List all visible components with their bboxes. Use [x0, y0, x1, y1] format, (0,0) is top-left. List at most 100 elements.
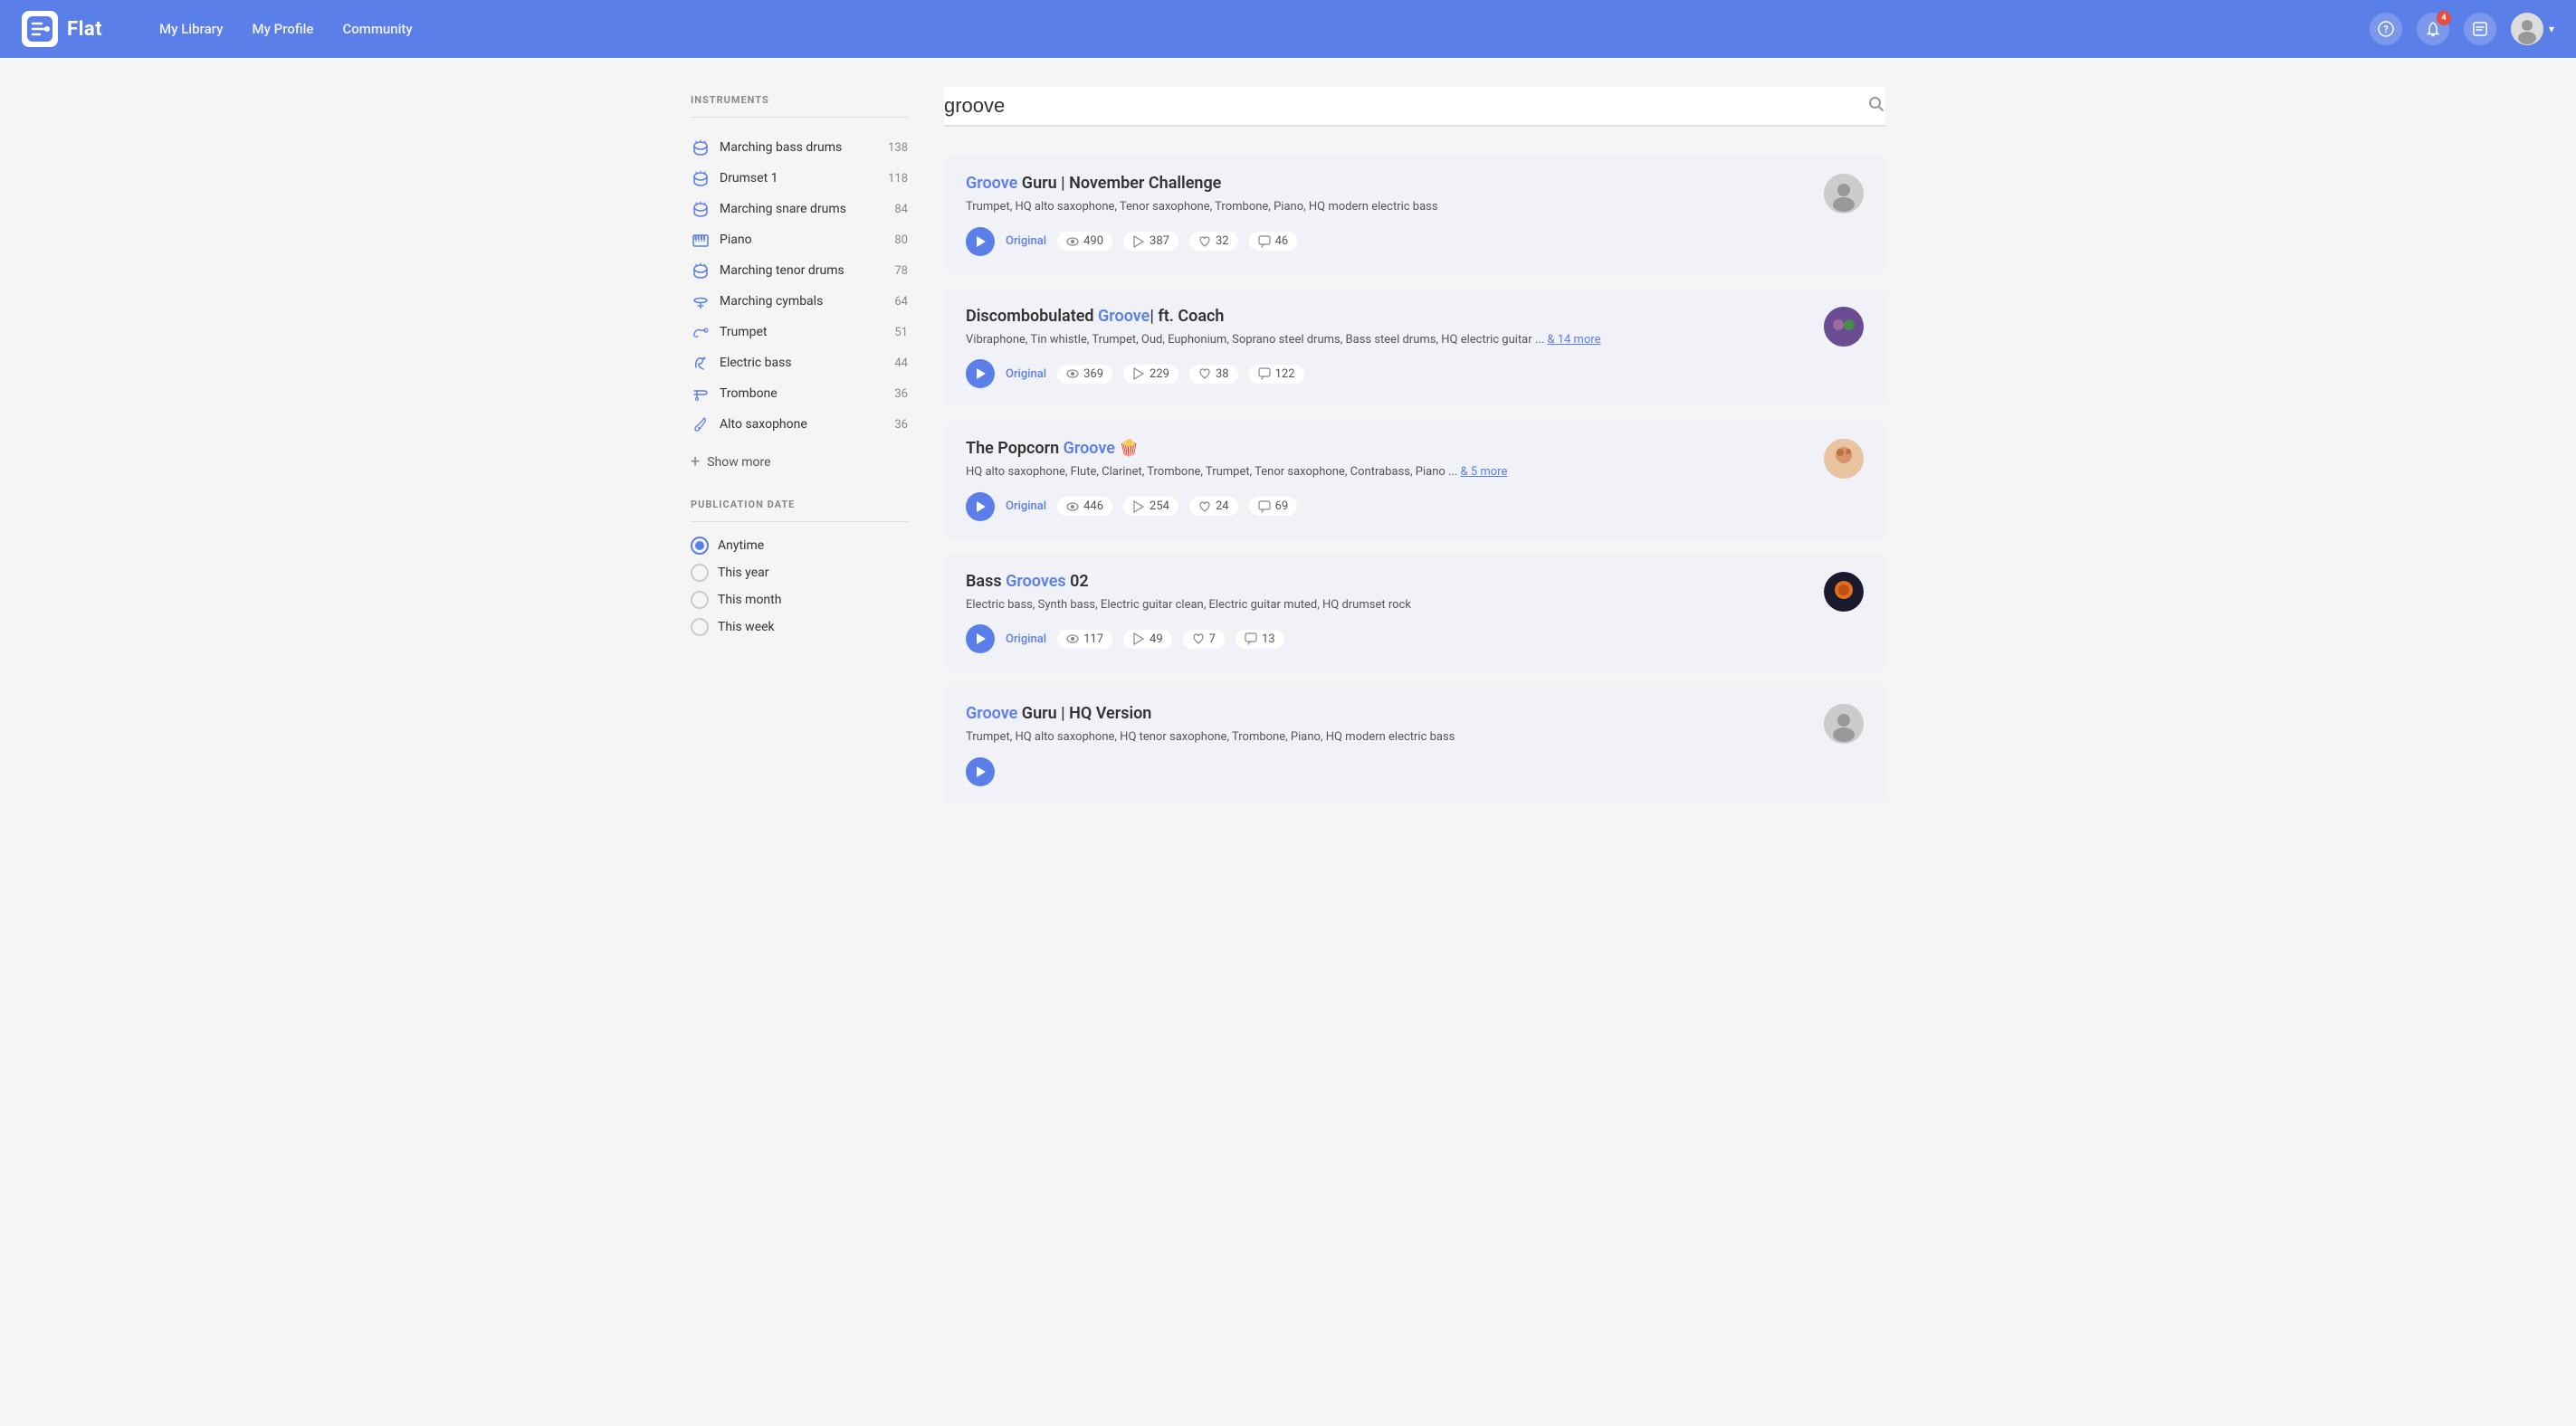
user-chevron-icon: ▾ — [2549, 23, 2554, 35]
instrument-name: Marching bass drums — [720, 140, 879, 155]
trumpet-icon — [691, 322, 711, 342]
radio-this-year-label: This year — [718, 566, 769, 580]
nav-community[interactable]: Community — [342, 21, 412, 37]
radio-anytime[interactable]: Anytime — [691, 537, 908, 555]
result-title-highlight: Groove — [1064, 439, 1115, 458]
instrument-item[interactable]: Marching bass drums 138 — [691, 132, 908, 163]
result-avatar — [1824, 174, 1864, 214]
result-title-highlight: Groove — [966, 174, 1017, 193]
play-button[interactable] — [966, 359, 995, 388]
instrument-count: 80 — [894, 233, 908, 247]
drum-icon — [691, 199, 711, 219]
more-link[interactable]: & 5 more — [1461, 465, 1508, 479]
logo-area: Flat — [22, 11, 130, 47]
likes-count: 7 — [1209, 632, 1216, 646]
bass-icon — [691, 353, 711, 373]
instrument-item[interactable]: Electric bass 44 — [691, 347, 908, 378]
instrument-item[interactable]: Marching snare drums 84 — [691, 194, 908, 224]
result-content: Groove Guru | November Challenge Trumpet… — [966, 174, 1809, 256]
plays-count: 229 — [1150, 367, 1169, 381]
radio-this-year[interactable]: This year — [691, 564, 908, 582]
result-title-highlight: Groove — [1098, 307, 1150, 326]
result-title-text: Bass — [966, 572, 1006, 591]
result-content: Groove Guru | HQ Version Trumpet, HQ alt… — [966, 704, 1809, 786]
result-title-text2: | ft. Coach — [1150, 307, 1224, 326]
radio-this-week-label: This week — [718, 620, 775, 634]
likes-stat: 7 — [1183, 630, 1225, 649]
instrument-count: 51 — [894, 326, 908, 339]
comments-stat: 46 — [1249, 232, 1298, 251]
date-divider — [691, 521, 908, 522]
result-title-highlight: Groove — [966, 704, 1017, 723]
user-avatar — [2511, 13, 2543, 45]
tasks-button[interactable] — [2464, 13, 2496, 45]
instrument-count: 64 — [894, 295, 908, 309]
radio-this-month[interactable]: This month — [691, 591, 908, 609]
instrument-item[interactable]: Marching cymbals 64 — [691, 286, 908, 317]
instrument-name: Marching cymbals — [720, 294, 885, 309]
sidebar: INSTRUMENTS Marching bass drums 138 — [691, 87, 908, 819]
radio-this-week[interactable]: This week — [691, 618, 908, 636]
instrument-item[interactable]: Marching tenor drums 78 — [691, 255, 908, 286]
plays-count: 254 — [1150, 499, 1169, 513]
search-icon[interactable] — [1867, 95, 1885, 118]
likes-stat: 24 — [1189, 497, 1238, 516]
original-badge[interactable]: Original — [1006, 499, 1046, 513]
instrument-count: 36 — [894, 418, 908, 432]
result-card: Discombobulated Groove| ft. Coach Vibrap… — [944, 289, 1885, 407]
more-link[interactable]: & 14 more — [1547, 333, 1600, 347]
original-badge[interactable]: Original — [1006, 367, 1046, 381]
result-title: The Popcorn Groove 🍿 — [966, 439, 1809, 458]
result-title: Bass Grooves 02 — [966, 572, 1809, 591]
radio-anytime-label: Anytime — [718, 538, 764, 553]
likes-count: 24 — [1216, 499, 1229, 513]
comments-count: 13 — [1262, 632, 1275, 646]
play-button[interactable] — [966, 227, 995, 256]
play-button[interactable] — [966, 624, 995, 653]
instrument-item[interactable]: Trombone 36 — [691, 378, 908, 409]
radio-this-year-circle — [691, 564, 709, 582]
views-count: 369 — [1083, 367, 1103, 381]
result-avatar — [1824, 572, 1864, 612]
instrument-count: 78 — [894, 264, 908, 278]
instrument-name: Piano — [720, 233, 885, 247]
main-container: INSTRUMENTS Marching bass drums 138 — [654, 58, 1922, 848]
user-menu-button[interactable]: ▾ — [2511, 13, 2554, 45]
plays-stat: 387 — [1123, 232, 1178, 251]
instrument-name: Trombone — [720, 386, 885, 401]
views-count: 490 — [1083, 234, 1103, 248]
plays-count: 49 — [1150, 632, 1163, 646]
radio-this-week-circle — [691, 618, 709, 636]
piano-icon — [691, 230, 711, 250]
notifications-button[interactable]: 4 — [2417, 13, 2449, 45]
plays-stat: 254 — [1123, 497, 1178, 516]
result-title-emoji: 🍿 — [1115, 439, 1140, 458]
comments-count: 69 — [1275, 499, 1289, 513]
result-meta: Original 446 254 24 — [966, 492, 1809, 521]
show-more-button[interactable]: + Show more — [691, 447, 908, 477]
result-content: The Popcorn Groove 🍿 HQ alto saxophone, … — [966, 439, 1809, 521]
result-title-text: Guru | HQ Version — [1017, 704, 1151, 723]
instrument-item[interactable]: Alto saxophone 36 — [691, 409, 908, 440]
plays-stat: 229 — [1123, 365, 1178, 384]
original-badge[interactable]: Original — [1006, 234, 1046, 248]
help-button[interactable]: ? — [2370, 13, 2402, 45]
play-button[interactable] — [966, 492, 995, 521]
instrument-name: Alto saxophone — [720, 417, 885, 432]
notification-badge: 4 — [2437, 11, 2451, 25]
nav-my-library[interactable]: My Library — [159, 21, 223, 37]
nav-my-profile[interactable]: My Profile — [252, 21, 313, 37]
logo-icon[interactable] — [22, 11, 58, 47]
result-title-num: 02 — [1066, 572, 1089, 591]
instrument-name: Trumpet — [720, 325, 885, 339]
original-badge[interactable]: Original — [1006, 632, 1046, 646]
search-input[interactable] — [944, 94, 1867, 118]
instruments-divider — [691, 117, 908, 118]
result-title: Groove Guru | HQ Version — [966, 704, 1809, 723]
play-button[interactable] — [966, 757, 995, 786]
result-instruments: Trumpet, HQ alto saxophone, Tenor saxoph… — [966, 198, 1809, 216]
plus-icon: + — [691, 452, 700, 471]
instrument-item[interactable]: Drumset 1 118 — [691, 163, 908, 194]
instrument-item[interactable]: Trumpet 51 — [691, 317, 908, 347]
instrument-item[interactable]: Piano 80 — [691, 224, 908, 255]
